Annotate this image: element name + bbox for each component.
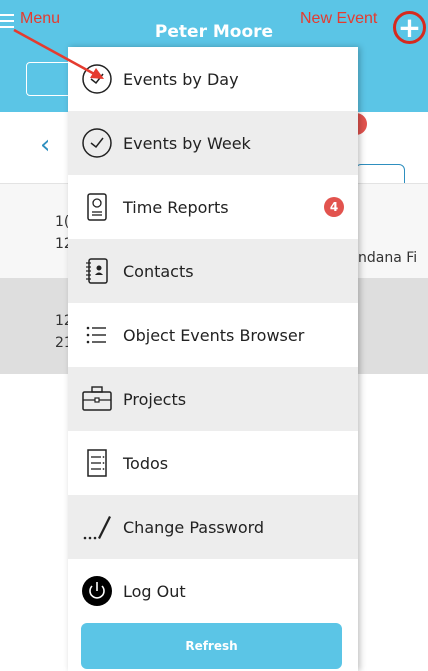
chevron-left-icon[interactable]: ‹ bbox=[40, 130, 50, 160]
menu-item-log-out[interactable]: Log Out bbox=[68, 559, 358, 623]
menu-item-change-password[interactable]: Change Password bbox=[68, 495, 358, 559]
menu-item-label: Projects bbox=[123, 389, 187, 409]
menu-item-label: Events by Day bbox=[123, 69, 239, 89]
contacts-book-icon bbox=[80, 254, 114, 288]
report-icon bbox=[80, 190, 114, 224]
menu-item-label: Log Out bbox=[123, 581, 186, 601]
checklist-icon bbox=[80, 446, 114, 480]
new-event-button[interactable]: + bbox=[393, 11, 426, 44]
plus-icon: + bbox=[397, 10, 422, 44]
menu-item-object-events-browser[interactable]: Object Events Browser bbox=[68, 303, 358, 367]
menu-item-todos[interactable]: Todos bbox=[68, 431, 358, 495]
notification-badge: 4 bbox=[324, 197, 344, 217]
menu-item-label: Events by Week bbox=[123, 133, 251, 153]
power-icon bbox=[80, 574, 114, 608]
menu-item-label: Object Events Browser bbox=[123, 325, 305, 345]
menu-item-contacts[interactable]: Contacts bbox=[68, 239, 358, 303]
menu-item-label: Time Reports bbox=[123, 197, 229, 217]
refresh-button[interactable]: Refresh bbox=[81, 623, 342, 669]
menu-item-label: Change Password bbox=[123, 517, 265, 537]
menu-item-time-reports[interactable]: Time Reports 4 bbox=[68, 175, 358, 239]
pen-icon bbox=[80, 510, 114, 544]
briefcase-icon bbox=[80, 382, 114, 416]
annotation-new-event: New Event bbox=[300, 10, 378, 27]
menu-item-label: Todos bbox=[123, 453, 169, 473]
list-icon bbox=[80, 318, 114, 352]
side-menu-drawer: Events by Day Events by Week Time Report… bbox=[68, 47, 358, 671]
annotation-arrow-icon bbox=[13, 28, 104, 79]
menu-item-events-by-week[interactable]: Events by Week bbox=[68, 111, 358, 175]
clock-icon bbox=[80, 126, 114, 160]
menu-item-projects[interactable]: Projects bbox=[68, 367, 358, 431]
row-text: ndana Fi bbox=[358, 250, 418, 266]
menu-item-label: Contacts bbox=[123, 261, 194, 281]
